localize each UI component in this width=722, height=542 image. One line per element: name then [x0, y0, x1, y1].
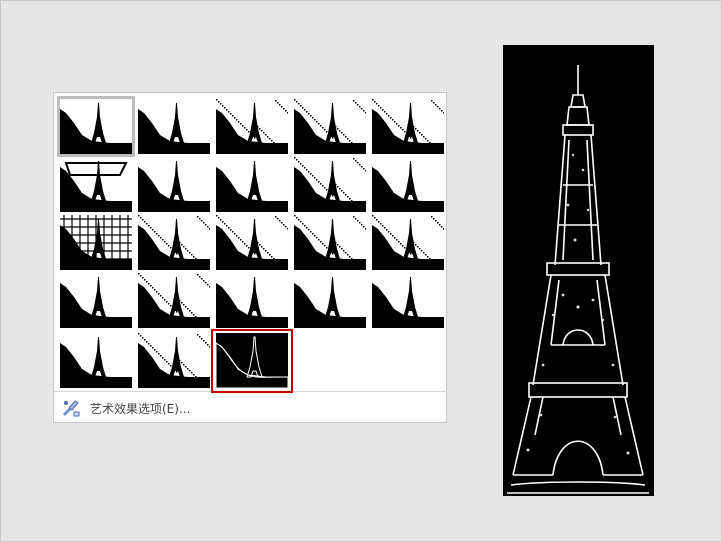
- effect-preview-pencil-sketch: [294, 99, 366, 154]
- effect-preview-marker: [138, 99, 210, 154]
- effect-thumb-pencil-grayscale[interactable]: [216, 99, 288, 154]
- effect-preview-watercolor-sponge: [138, 215, 210, 270]
- effect-preview-paint-strokes: [138, 157, 210, 212]
- effect-thumb-texturizer[interactable]: [138, 273, 210, 328]
- effect-preview-light-screen: [60, 215, 132, 270]
- effect-preview-photocopy: [138, 333, 210, 388]
- effect-thumb-light-screen[interactable]: [60, 215, 132, 270]
- artistic-effects-options-icon: [63, 400, 80, 417]
- effect-preview-paint-brush: [216, 157, 288, 212]
- effect-thumb-paint-brush[interactable]: [216, 157, 288, 212]
- effect-preview-blur: [372, 157, 444, 212]
- effect-thumb-cutout[interactable]: [60, 333, 132, 388]
- effect-thumb-film-grain[interactable]: [216, 215, 288, 270]
- effect-preview-plastic-wrap: [372, 273, 444, 328]
- effect-preview-glow-diffused: [294, 157, 366, 212]
- artistic-effects-gallery: 艺术效果选项(E)...: [53, 92, 447, 423]
- effect-preview-film-grain: [216, 215, 288, 270]
- effect-thumb-pencil-sketch[interactable]: [294, 99, 366, 154]
- effect-thumb-crisscross-etching[interactable]: [216, 273, 288, 328]
- effect-preview-pencil-grayscale: [216, 99, 288, 154]
- effect-thumb-marker[interactable]: [138, 99, 210, 154]
- effect-preview-texturizer: [138, 273, 210, 328]
- effect-thumb-cement[interactable]: [60, 273, 132, 328]
- artistic-effects-options-label: 艺术效果选项(E)...: [90, 401, 191, 416]
- effect-thumb-blur[interactable]: [372, 157, 444, 212]
- effect-thumb-photocopy[interactable]: [138, 333, 210, 388]
- selected-effect-highlight: [211, 329, 293, 393]
- effect-preview-pastels-smooth: [294, 273, 366, 328]
- effect-preview-none: [60, 99, 132, 154]
- effect-thumb-watercolor-sponge[interactable]: [138, 215, 210, 270]
- effect-thumb-mosaic-bubbles[interactable]: [294, 215, 366, 270]
- effect-preview-crisscross-etching: [216, 273, 288, 328]
- effect-thumb-paint-strokes[interactable]: [138, 157, 210, 212]
- effect-thumb-line-drawing[interactable]: [372, 99, 444, 154]
- effect-thumb-none[interactable]: [57, 96, 135, 157]
- effect-preview-glass: [372, 215, 444, 270]
- effect-preview-cutout: [60, 333, 132, 388]
- picture-preview: [503, 45, 654, 496]
- effect-preview-cement: [60, 273, 132, 328]
- effect-thumb-chalk-sketch[interactable]: [60, 157, 132, 212]
- effect-thumb-pastels-smooth[interactable]: [294, 273, 366, 328]
- eiffel-tower-glow-edges-image: [507, 65, 649, 494]
- effect-preview-mosaic-bubbles: [294, 215, 366, 270]
- effect-preview-chalk-sketch: [60, 157, 132, 212]
- effect-thumb-glass[interactable]: [372, 215, 444, 270]
- artistic-effects-options[interactable]: 艺术效果选项(E)...: [54, 391, 446, 424]
- effect-thumb-plastic-wrap[interactable]: [372, 273, 444, 328]
- effect-thumb-glow-diffused[interactable]: [294, 157, 366, 212]
- effect-preview-line-drawing: [372, 99, 444, 154]
